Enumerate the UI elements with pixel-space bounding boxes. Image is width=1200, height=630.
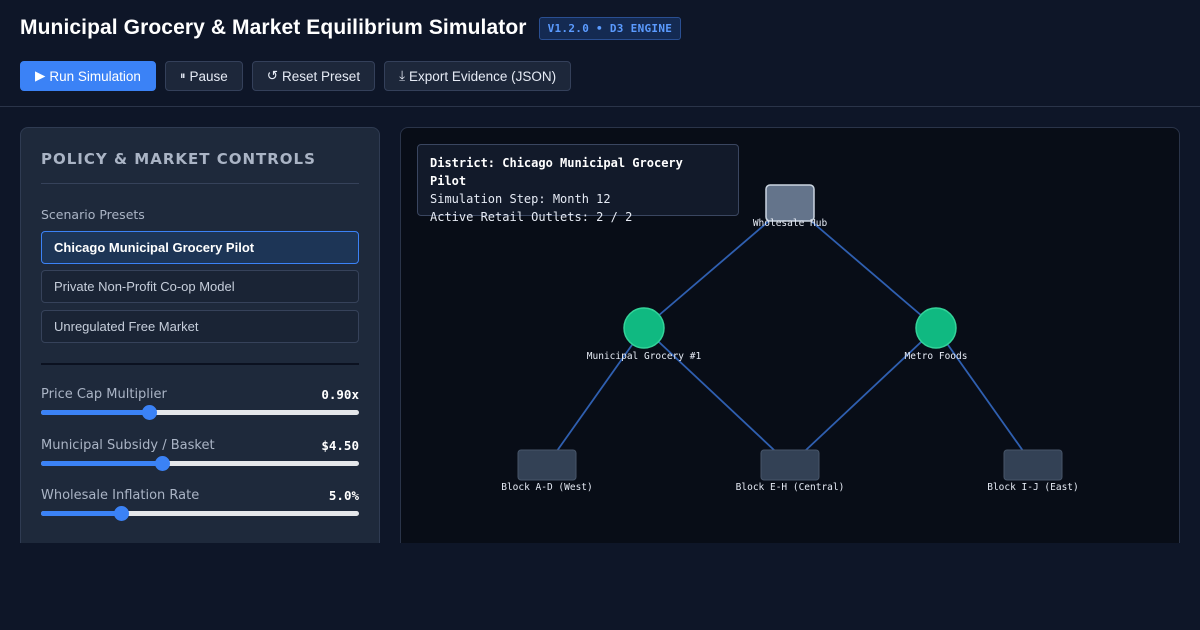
subsidy-value: $4.50 bbox=[321, 438, 359, 453]
subsidy-slider[interactable] bbox=[41, 456, 359, 471]
run-simulation-button[interactable]: ▶ Run Simulation bbox=[20, 61, 156, 91]
pause-icon: ⏸ bbox=[179, 69, 186, 82]
divider bbox=[41, 183, 359, 184]
reset-icon: ↺ bbox=[266, 68, 279, 83]
preset-chicago-pilot[interactable]: Chicago Municipal Grocery Pilot bbox=[41, 231, 359, 264]
node-label: Block A-D (West) bbox=[501, 482, 593, 493]
slider-fill bbox=[41, 511, 121, 516]
slider-thumb[interactable] bbox=[154, 456, 170, 471]
network-link bbox=[643, 327, 791, 466]
network-link bbox=[789, 327, 937, 466]
version-badge: V1.2.0 • D3 ENGINE bbox=[538, 16, 682, 40]
export-evidence-button[interactable]: ⤓ Export Evidence (JSON) bbox=[384, 61, 572, 91]
pause-button[interactable]: ⏸ Pause bbox=[164, 61, 243, 91]
node-label: Municipal Grocery #1 bbox=[587, 351, 702, 362]
play-icon: ▶ bbox=[35, 68, 46, 83]
node-label: Wholesale Hub bbox=[753, 218, 828, 229]
inflation-slider[interactable] bbox=[41, 506, 359, 521]
hub-node[interactable] bbox=[765, 184, 815, 222]
store-node[interactable] bbox=[915, 307, 957, 349]
app-header: Municipal Grocery & Market Equilibrium S… bbox=[0, 0, 1200, 107]
node-label: Metro Foods bbox=[905, 351, 968, 362]
subsidy-label: Municipal Subsidy / Basket bbox=[41, 438, 215, 453]
block-node[interactable] bbox=[517, 449, 577, 481]
page-title: Municipal Grocery & Market Equilibrium S… bbox=[20, 16, 527, 39]
slider-fill bbox=[41, 410, 150, 415]
node-label: Block E-H (Central) bbox=[736, 482, 845, 493]
active-outlets-text: Active Retail Outlets: 2 / 2 bbox=[430, 210, 633, 224]
slider-thumb[interactable] bbox=[142, 405, 158, 420]
run-simulation-label: Run Simulation bbox=[49, 68, 141, 84]
controls-panel: POLICY & MARKET CONTROLS Scenario Preset… bbox=[20, 127, 380, 567]
network-link bbox=[935, 327, 1034, 466]
node-label: Block I-J (East) bbox=[987, 482, 1079, 493]
inflation-value: 5.0% bbox=[328, 488, 359, 503]
network-link bbox=[546, 327, 645, 466]
preset-free-market[interactable]: Unregulated Free Market bbox=[41, 310, 359, 343]
reset-preset-label: Reset Preset bbox=[282, 68, 361, 84]
simulation-info-box: District: Chicago Municipal Grocery Pilo… bbox=[417, 144, 739, 224]
viewport-cutoff bbox=[0, 543, 1200, 630]
preset-nonprofit-coop[interactable]: Private Non-Profit Co-op Model bbox=[41, 270, 359, 303]
export-evidence-label: Export Evidence (JSON) bbox=[409, 68, 557, 84]
download-icon: ⤓ bbox=[399, 68, 406, 83]
presets-label: Scenario Presets bbox=[41, 207, 145, 222]
simulation-step-text: Simulation Step: Month 12 bbox=[430, 192, 611, 206]
block-node[interactable] bbox=[1003, 449, 1063, 481]
slider-thumb[interactable] bbox=[113, 506, 129, 521]
divider bbox=[41, 363, 359, 365]
pause-label: Pause bbox=[189, 68, 228, 84]
price-cap-slider[interactable] bbox=[41, 405, 359, 420]
slider-fill bbox=[41, 461, 162, 466]
inflation-label: Wholesale Inflation Rate bbox=[41, 488, 200, 503]
reset-preset-button[interactable]: ↺ Reset Preset bbox=[251, 61, 376, 91]
price-cap-label: Price Cap Multiplier bbox=[41, 387, 167, 402]
block-node[interactable] bbox=[760, 449, 820, 481]
price-cap-value: 0.90x bbox=[321, 387, 359, 402]
controls-heading: POLICY & MARKET CONTROLS bbox=[41, 150, 316, 168]
network-panel: Wholesale Hub Municipal Grocery #1 Metro F… bbox=[400, 127, 1180, 567]
toolbar: ▶ Run Simulation ⏸ Pause ↺ Reset Preset … bbox=[20, 61, 572, 91]
title-row: Municipal Grocery & Market Equilibrium S… bbox=[20, 16, 682, 40]
store-node[interactable] bbox=[623, 307, 665, 349]
district-text: District: Chicago Municipal Grocery Pilo… bbox=[430, 156, 683, 188]
